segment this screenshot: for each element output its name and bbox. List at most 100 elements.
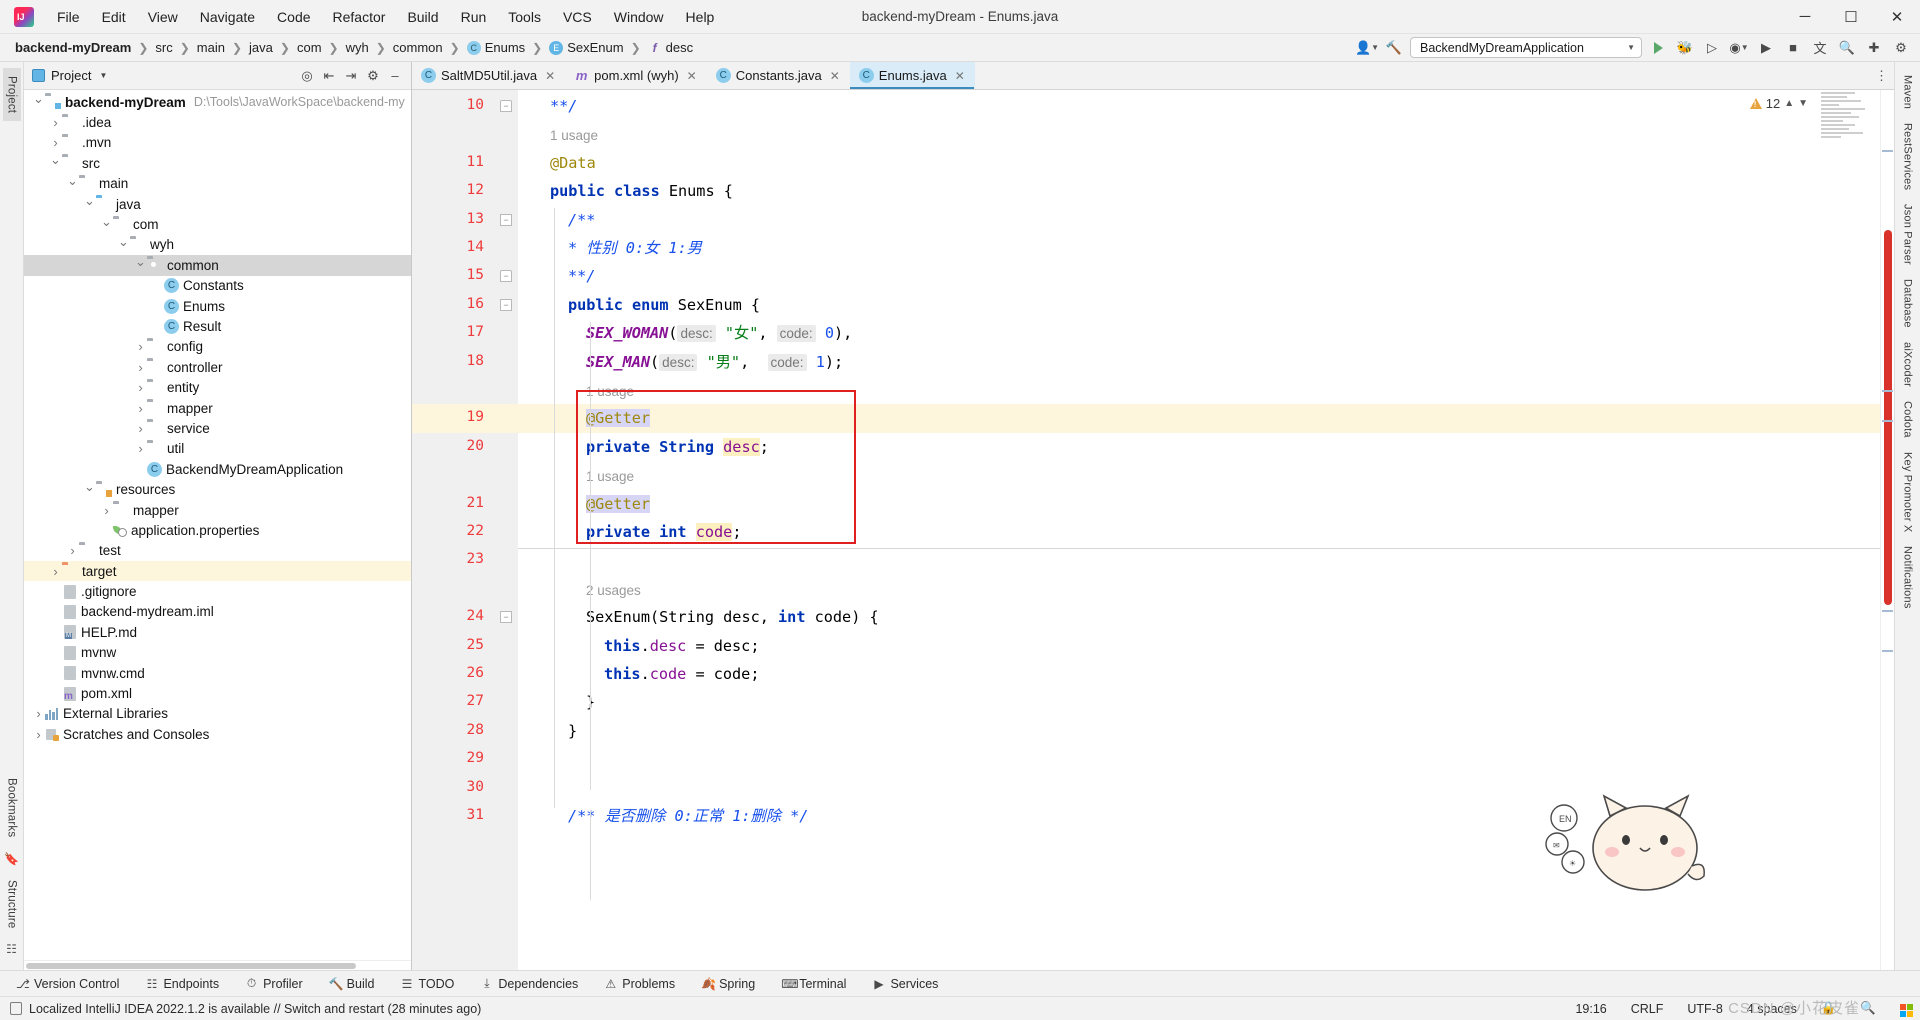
tree-node-application-properties[interactable]: application.properties xyxy=(24,520,411,540)
expand-all-icon[interactable]: ⇤ xyxy=(319,66,339,86)
chevron-down-icon[interactable]: ▼ xyxy=(99,71,107,80)
tree-node-wyh[interactable]: wyh xyxy=(24,235,411,255)
expand-arrow-icon[interactable] xyxy=(66,543,79,558)
expand-arrow-icon[interactable] xyxy=(100,503,113,518)
tree-node-util[interactable]: util xyxy=(24,439,411,459)
project-horizontal-scrollbar[interactable] xyxy=(24,960,411,970)
tree-node-common[interactable]: common xyxy=(24,255,411,276)
tool-terminal[interactable]: ⌨ Terminal xyxy=(777,975,850,993)
rail-item-structure[interactable]: Structure xyxy=(3,872,21,936)
fold-toggle-icon[interactable]: − xyxy=(500,213,512,226)
tree-node-controller[interactable]: controller xyxy=(24,357,411,377)
indent-setting[interactable]: 4 spaces xyxy=(1744,1000,1800,1018)
search-icon[interactable]: 🔍 xyxy=(1836,38,1858,58)
tool-endpoints[interactable]: ☷ Endpoints xyxy=(141,975,223,993)
editor-tab-options[interactable]: ⋮ xyxy=(1875,62,1894,89)
code-content[interactable]: EN ✉ ☀ **/1 usage @Data public class Enu… xyxy=(518,90,1880,970)
gear-icon[interactable]: ⚙ xyxy=(1890,38,1912,58)
collapse-all-icon[interactable]: ⇥ xyxy=(341,66,361,86)
tree-node-mvnw-cmd[interactable]: mvnw.cmd xyxy=(24,663,411,683)
fold-toggle-icon[interactable]: − xyxy=(500,611,512,624)
inspection-status-widget[interactable]: 12 ▲ ▼ xyxy=(1749,96,1808,111)
expand-arrow-icon[interactable] xyxy=(49,135,62,150)
breadcrumb-src[interactable]: src xyxy=(152,39,175,56)
rail-item-restservices[interactable]: RestServices xyxy=(1898,116,1918,197)
close-icon[interactable]: ✕ xyxy=(830,69,840,83)
menu-help[interactable]: Help xyxy=(675,5,726,29)
error-stripe[interactable] xyxy=(1884,230,1892,605)
lock-icon[interactable]: 🔒 xyxy=(1818,999,1840,1018)
hide-panel-icon[interactable]: – xyxy=(385,66,405,86)
run-with-coverage-icon[interactable]: ▷ xyxy=(1701,38,1723,58)
tool-dependencies[interactable]: ⤓ Dependencies xyxy=(476,974,582,993)
settings-gear-icon[interactable]: ⚙ xyxy=(363,66,383,86)
rerun-icon[interactable]: ▶ xyxy=(1755,38,1777,58)
tool-spring[interactable]: 🍂 Spring xyxy=(697,975,759,993)
run-configuration-selector[interactable]: BackendMyDreamApplication ▼ xyxy=(1410,37,1642,58)
run-button[interactable] xyxy=(1647,37,1669,58)
close-icon[interactable]: ✕ xyxy=(687,69,697,83)
expand-arrow-icon[interactable] xyxy=(32,727,45,742)
translate-icon[interactable]: 文 xyxy=(1809,38,1831,58)
tree-node-resources[interactable]: resources xyxy=(24,479,411,499)
tree-node-backend-mydream[interactable]: backend-myDream D:\Tools\JavaWorkSpace\ba… xyxy=(24,92,411,112)
tree-node-external-libraries[interactable]: External Libraries xyxy=(24,704,411,724)
tree-node-mvnw[interactable]: mvnw xyxy=(24,643,411,663)
expand-arrow-icon[interactable] xyxy=(134,360,147,375)
rail-item-bookmarks[interactable]: Bookmarks xyxy=(3,770,21,845)
tree-node-enums[interactable]: C Enums xyxy=(24,296,411,316)
tree-node-entity[interactable]: entity xyxy=(24,377,411,397)
tool-profiler[interactable]: ⏱ Profiler xyxy=(241,974,307,993)
breadcrumb-main[interactable]: main xyxy=(194,39,228,56)
stripe-marker[interactable] xyxy=(1882,420,1893,422)
tree-node-target[interactable]: target xyxy=(24,560,411,582)
file-encoding[interactable]: UTF-8 xyxy=(1684,1000,1725,1018)
tree-node-test[interactable]: test xyxy=(24,541,411,561)
fold-toggle-icon[interactable]: − xyxy=(500,298,512,311)
tree-node-mapper[interactable]: mapper xyxy=(24,398,411,418)
menu-tools[interactable]: Tools xyxy=(497,5,552,29)
collapse-arrow-icon[interactable] xyxy=(117,237,130,253)
close-icon[interactable]: ✕ xyxy=(545,69,555,83)
tool-services[interactable]: ▶ Services xyxy=(868,975,942,993)
stop-icon[interactable]: ■ xyxy=(1782,38,1804,58)
stripe-marker[interactable] xyxy=(1882,610,1893,612)
stripe-marker[interactable] xyxy=(1882,150,1893,152)
rail-item-key-promoter-x[interactable]: Key Promoter X xyxy=(1898,445,1918,539)
inspection-widget-icon[interactable]: 🔍 xyxy=(1857,999,1879,1018)
expand-arrow-icon[interactable] xyxy=(32,706,45,721)
scrollbar-thumb[interactable] xyxy=(26,963,356,969)
chevron-up-icon[interactable]: ▲ xyxy=(1784,98,1794,109)
menu-edit[interactable]: Edit xyxy=(91,5,137,29)
expand-arrow-icon[interactable] xyxy=(49,564,62,579)
user-icon[interactable]: 👤 ▼ xyxy=(1355,38,1379,58)
rail-item-notifications[interactable]: Notifications xyxy=(1898,539,1918,616)
chevron-down-icon[interactable]: ▼ xyxy=(1798,98,1808,109)
tree-node-backendmydreamapplication[interactable]: C BackendMyDreamApplication xyxy=(24,459,411,479)
select-opened-file-icon[interactable]: ◎ xyxy=(297,66,317,86)
fold-toggle-icon[interactable]: − xyxy=(500,270,512,283)
tree-node-help-md[interactable]: HELP.md xyxy=(24,622,411,642)
menu-navigate[interactable]: Navigate xyxy=(189,5,266,29)
menu-run[interactable]: Run xyxy=(450,5,498,29)
rail-item-codota[interactable]: Codota xyxy=(1898,394,1918,445)
menu-window[interactable]: Window xyxy=(603,5,675,29)
collapse-arrow-icon[interactable] xyxy=(83,196,96,212)
tree-node-java[interactable]: java xyxy=(24,194,411,214)
minimize-button[interactable]: ─ xyxy=(1782,0,1828,34)
tool-version-control[interactable]: ⎇ Version Control xyxy=(12,975,123,993)
tree-node-pom-xml[interactable]: pom.xml xyxy=(24,683,411,703)
menu-build[interactable]: Build xyxy=(396,5,449,29)
line-separator[interactable]: CRLF xyxy=(1628,1000,1667,1018)
tree-node-constants[interactable]: C Constants xyxy=(24,276,411,296)
rail-item-database[interactable]: Database xyxy=(1898,272,1918,335)
rail-item-maven[interactable]: Maven xyxy=(1898,68,1918,116)
breadcrumb-enums[interactable]: C Enums xyxy=(464,39,528,56)
tree-node-mapper[interactable]: mapper xyxy=(24,500,411,520)
rail-item-project[interactable]: Project xyxy=(2,68,21,122)
collapse-arrow-icon[interactable] xyxy=(83,482,96,498)
menu-view[interactable]: View xyxy=(137,5,189,29)
tree-node--gitignore[interactable]: .gitignore xyxy=(24,581,411,601)
collapse-arrow-icon[interactable] xyxy=(134,257,147,273)
build-hammer-icon[interactable]: 🔨 xyxy=(1383,38,1405,58)
